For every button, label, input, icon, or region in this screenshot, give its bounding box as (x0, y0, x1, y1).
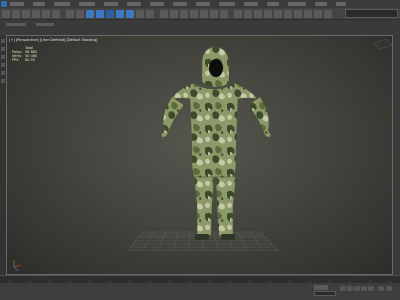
angle-snap-icon[interactable] (190, 10, 198, 18)
snaps-toggle-icon[interactable] (180, 10, 188, 18)
menu-item-4[interactable] (79, 2, 95, 6)
menu-item-7[interactable] (150, 2, 164, 6)
play-icon[interactable] (354, 286, 360, 291)
left-tool-button-6[interactable] (1, 79, 5, 83)
tab-scene-explorer[interactable] (6, 23, 26, 26)
axis-tripod (13, 260, 22, 272)
menu-item-5[interactable] (104, 2, 118, 6)
auto-key-button[interactable] (314, 285, 328, 290)
ribbon (0, 20, 400, 35)
right-boot (221, 234, 235, 240)
tab-layer-explorer[interactable] (36, 23, 54, 26)
select-object-icon[interactable] (66, 10, 74, 18)
menu-item-15[interactable] (336, 2, 346, 6)
viewcube (373, 38, 393, 50)
workspace-dropdown[interactable] (345, 9, 398, 18)
menu-item-3[interactable] (54, 2, 70, 6)
render-production-icon[interactable] (324, 10, 332, 18)
select-scale-icon[interactable] (126, 10, 134, 18)
timeline[interactable] (0, 275, 400, 284)
viewport-scene (13, 38, 393, 272)
selection-filter-icon[interactable] (52, 10, 60, 18)
go-to-end-icon[interactable] (368, 286, 374, 291)
menu-item-8[interactable] (173, 2, 187, 6)
time-configuration-icon[interactable] (378, 286, 384, 291)
mirror-icon[interactable] (234, 10, 242, 18)
menu-item-11[interactable] (244, 2, 258, 6)
left-tool-button-4[interactable] (1, 63, 5, 67)
main-toolbar (0, 8, 400, 20)
previous-frame-icon[interactable] (347, 286, 353, 291)
select-move-icon[interactable] (106, 10, 114, 18)
align-icon[interactable] (244, 10, 252, 18)
undo-icon[interactable] (2, 10, 10, 18)
unlink-icon[interactable] (32, 10, 40, 18)
zoom-extents-icon[interactable] (386, 286, 392, 291)
window-crossing-icon[interactable] (96, 10, 104, 18)
select-manipulate-icon[interactable] (160, 10, 168, 18)
menu-item-6[interactable] (127, 2, 141, 6)
toggle-scene-explorer-icon[interactable] (254, 10, 262, 18)
menu-item-2[interactable] (33, 2, 45, 6)
next-frame-icon[interactable] (361, 286, 367, 291)
left-tool-button-5[interactable] (1, 71, 5, 75)
reference-coordinate-icon[interactable] (136, 10, 144, 18)
named-selection-icon[interactable] (220, 10, 228, 18)
link-icon[interactable] (22, 10, 30, 18)
left-tool-button-3[interactable] (1, 55, 5, 59)
pivot-center-icon[interactable] (146, 10, 154, 18)
redo-icon[interactable] (12, 10, 20, 18)
menu-item-12[interactable] (267, 2, 279, 6)
hood-opening (209, 59, 223, 77)
render-setup-icon[interactable] (304, 10, 312, 18)
app-logo-icon[interactable] (1, 1, 7, 7)
menu-bar (0, 0, 400, 8)
left-tool-button-2[interactable] (1, 47, 5, 51)
left-boot (195, 234, 209, 240)
curve-editor-icon[interactable] (274, 10, 282, 18)
menu-item-9[interactable] (196, 2, 210, 6)
bind-space-warp-icon[interactable] (42, 10, 50, 18)
menu-item-14[interactable] (315, 2, 327, 6)
selected-dropdown[interactable] (314, 291, 336, 296)
menu-item-10[interactable] (219, 2, 235, 6)
percent-snap-icon[interactable] (200, 10, 208, 18)
schematic-view-icon[interactable] (284, 10, 292, 18)
spinner-snap-icon[interactable] (210, 10, 218, 18)
command-panel-strip (393, 35, 400, 275)
go-to-start-icon[interactable] (340, 286, 346, 291)
viewport-statistics: Total Polys: 98 862 Verts: 50 460 FPS: 6… (12, 46, 37, 62)
viewport-label[interactable]: [+] [Perspective] [User Defined] [Defaul… (9, 38, 97, 42)
toggle-layer-explorer-icon[interactable] (264, 10, 272, 18)
menu-item-1[interactable] (10, 2, 24, 6)
stats-row-fps: FPS: 60.53 (12, 58, 36, 62)
keyboard-shortcut-icon[interactable] (170, 10, 178, 18)
rectangular-selection-icon[interactable] (86, 10, 94, 18)
menu-item-13[interactable] (288, 2, 306, 6)
select-by-name-icon[interactable] (76, 10, 84, 18)
rendered-frame-window-icon[interactable] (314, 10, 322, 18)
select-rotate-icon[interactable] (116, 10, 124, 18)
left-tool-button-1[interactable] (1, 39, 5, 43)
material-editor-icon[interactable] (294, 10, 302, 18)
